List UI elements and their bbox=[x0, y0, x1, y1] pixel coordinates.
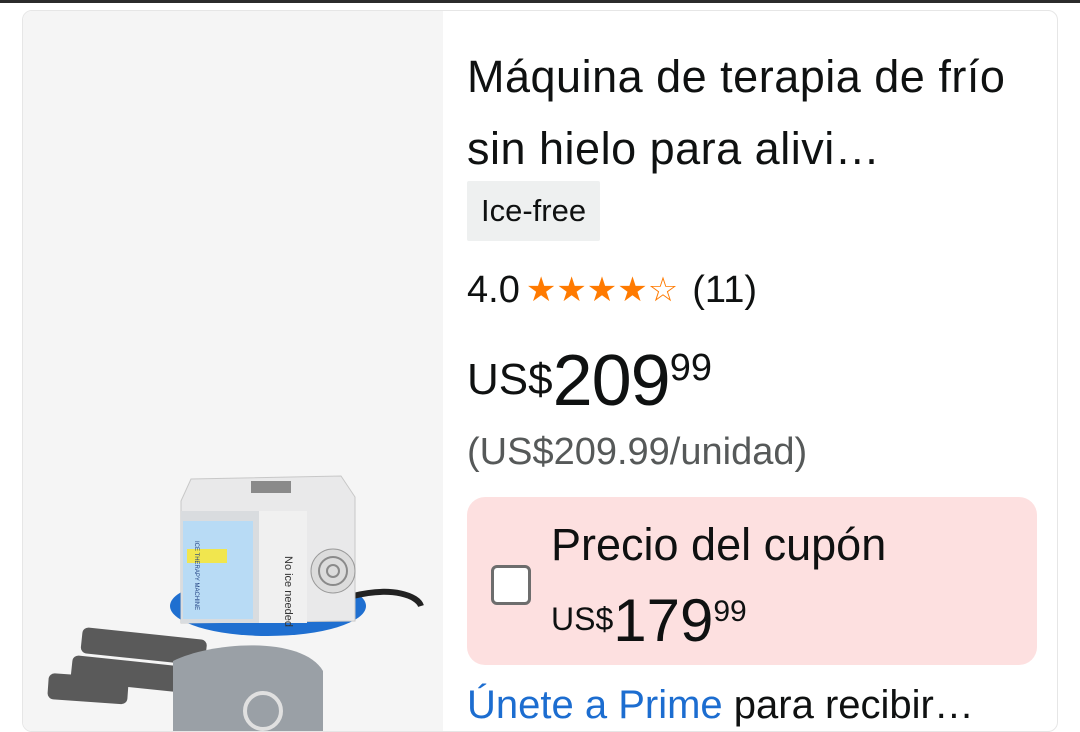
prime-promo: Únete a Prime para recibir… bbox=[467, 683, 974, 728]
star-full-icon: ★ bbox=[586, 271, 618, 309]
price-currency: US$ bbox=[467, 355, 553, 404]
coupon-label: Precio del cupón bbox=[551, 519, 887, 570]
coupon-price-currency: US$ bbox=[551, 601, 614, 637]
product-title[interactable]: Máquina de terapia de frío sin hielo par… bbox=[467, 41, 1047, 185]
coupon-price-whole: 179 bbox=[613, 587, 714, 654]
coupon-box[interactable]: Precio del cupón US$ 179 99 bbox=[467, 497, 1037, 665]
coupon-checkbox[interactable] bbox=[491, 565, 531, 605]
star-full-icon: ★ bbox=[556, 271, 587, 309]
coupon-price: US$ 179 99 bbox=[551, 589, 747, 653]
star-full-icon: ★ bbox=[617, 271, 648, 309]
product-image[interactable]: No ice needed ICE THERAPY MACHINE bbox=[23, 11, 443, 731]
prime-promo-text: para recibir… bbox=[722, 683, 974, 727]
star-full-icon: ★ bbox=[525, 271, 557, 309]
star-rating: ★ ★ ★ ★ ☆ bbox=[526, 270, 678, 310]
product-image-illustration: No ice needed ICE THERAPY MACHINE bbox=[47, 475, 424, 731]
price-whole: 209 bbox=[552, 341, 671, 421]
side-label-text: No ice needed bbox=[282, 556, 294, 627]
rating-value: 4.0 bbox=[467, 268, 520, 311]
ice-free-badge: Ice-free bbox=[467, 181, 601, 241]
coupon-price-fraction: 99 bbox=[713, 595, 747, 628]
machine-label-text: ICE THERAPY MACHINE bbox=[193, 541, 199, 610]
star-empty-icon: ☆ bbox=[647, 271, 679, 309]
price: US$ 209 99 bbox=[467, 341, 712, 421]
product-card[interactable]: No ice needed ICE THERAPY MACHINE Máquin… bbox=[22, 10, 1058, 732]
join-prime-link[interactable]: Únete a Prime bbox=[467, 683, 723, 727]
top-divider bbox=[0, 0, 1080, 3]
price-fraction: 99 bbox=[669, 347, 713, 389]
unit-price: (US$209.99/unidad) bbox=[467, 431, 808, 473]
rating-row[interactable]: 4.0 ★ ★ ★ ★ ☆ (11) bbox=[467, 265, 757, 315]
review-count[interactable]: (11) bbox=[692, 269, 757, 312]
